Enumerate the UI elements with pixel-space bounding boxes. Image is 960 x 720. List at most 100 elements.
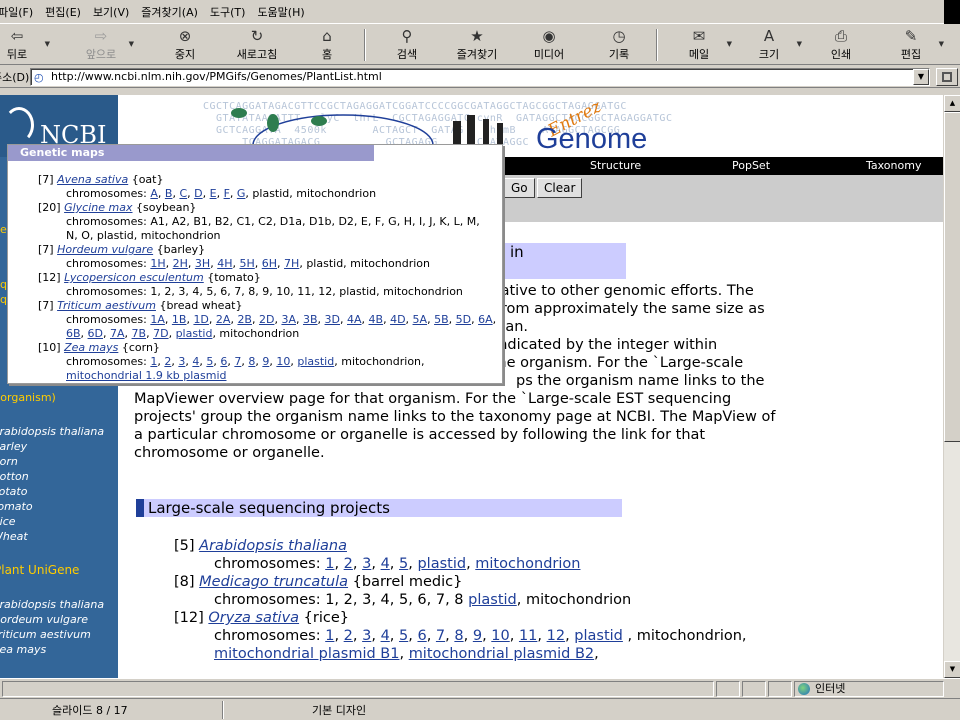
chromosome-link[interactable]: B <box>165 187 173 200</box>
chromosome-link[interactable]: 6 <box>220 355 227 368</box>
print-button[interactable]: ⎙ 인쇄 <box>806 27 876 63</box>
plasmid-link[interactable]: mitochondrial plasmid B1 <box>214 646 399 662</box>
plastid-link[interactable]: plastid <box>297 355 334 368</box>
chromosome-link[interactable]: 11 <box>519 628 537 644</box>
nav-genome-link[interactable]: Cotton <box>0 470 29 483</box>
chromosome-link[interactable]: 5 <box>399 628 408 644</box>
chromosome-link[interactable]: 4H <box>217 257 232 270</box>
search-button[interactable]: ⚲ 검색 <box>372 27 442 63</box>
menu-edit[interactable]: 편집(E) <box>41 4 89 20</box>
chromosome-link[interactable]: 6A <box>478 313 493 326</box>
chromosome-link[interactable]: 7A <box>110 327 125 340</box>
chromosome-link[interactable]: 1A <box>150 313 165 326</box>
chromosome-link[interactable]: 1H <box>150 257 165 270</box>
menu-tools[interactable]: 도구(T) <box>206 4 254 20</box>
chromosome-link[interactable]: 2B <box>237 313 252 326</box>
chevron-down-icon[interactable]: ▼ <box>939 40 944 48</box>
chromosome-link[interactable]: 2A <box>216 313 231 326</box>
menu-file[interactable]: 파일(F) <box>0 4 41 20</box>
chromosome-link[interactable]: E <box>210 187 217 200</box>
chromosome-link[interactable]: 7D <box>153 327 168 340</box>
chevron-down-icon[interactable]: ▼ <box>129 40 134 48</box>
stop-button[interactable]: ⊗ 중지 <box>150 27 220 63</box>
chromosome-link[interactable]: 1 <box>150 355 157 368</box>
organism-link[interactable]: Medicago truncatula <box>199 574 348 590</box>
plastid-link[interactable]: plastid <box>176 327 213 340</box>
organism-link[interactable]: Oryza sativa <box>208 610 299 626</box>
menu-view[interactable]: 보기(V) <box>89 4 137 20</box>
nav-genome-link[interactable]: Corn <box>0 455 18 468</box>
chromosome-link[interactable]: 1 <box>325 556 334 572</box>
plastid-link[interactable]: plastid <box>417 556 466 572</box>
organism-link[interactable]: Hordeum vulgare <box>57 243 153 256</box>
forward-button[interactable]: ⇨ 앞으로 ▼ <box>66 27 136 63</box>
menu-favorites[interactable]: 즐겨찾기(A) <box>137 4 206 20</box>
go-search-button[interactable]: Go <box>504 178 535 198</box>
chromosome-link[interactable]: 3D <box>325 313 340 326</box>
go-button[interactable] <box>936 68 958 86</box>
chromosome-link[interactable]: D <box>194 187 202 200</box>
chromosome-link[interactable]: 4 <box>381 628 390 644</box>
chromosome-link[interactable]: 3A <box>281 313 296 326</box>
chromosome-link[interactable]: 3B <box>303 313 318 326</box>
scroll-down-icon[interactable]: ▼ <box>944 661 960 678</box>
chromosome-link[interactable]: 1B <box>172 313 187 326</box>
tab-taxonomy[interactable]: Taxonomy <box>866 159 921 172</box>
chromosome-link[interactable]: 7B <box>132 327 147 340</box>
chromosome-link[interactable]: 9 <box>262 355 269 368</box>
vertical-scrollbar[interactable]: ▲ ▼ <box>943 95 960 678</box>
chromosome-link[interactable]: 1D <box>193 313 208 326</box>
chromosome-link[interactable]: 9 <box>473 628 482 644</box>
chromosome-link[interactable]: 7 <box>234 355 241 368</box>
chromosome-link[interactable]: 2 <box>344 556 353 572</box>
organism-link[interactable]: Arabidopsis thaliana <box>199 538 347 554</box>
chromosome-link[interactable]: 12 <box>547 628 565 644</box>
chromosome-link[interactable]: 8 <box>248 355 255 368</box>
chromosome-link[interactable]: 5B <box>434 313 449 326</box>
chromosome-link[interactable]: 7 <box>436 628 445 644</box>
chromosome-link[interactable]: 6 <box>417 628 426 644</box>
chromosome-link[interactable]: 8 <box>454 628 463 644</box>
plasmid-link[interactable]: mitochondrial plasmid B2 <box>409 646 594 662</box>
nav-unigene-link[interactable]: Triticum aestivum <box>0 628 91 641</box>
chromosome-link[interactable]: A <box>150 187 158 200</box>
chevron-down-icon[interactable]: ▼ <box>913 69 929 85</box>
chromosome-link[interactable]: 10 <box>276 355 290 368</box>
chevron-down-icon[interactable]: ▼ <box>797 40 802 48</box>
text-size-button[interactable]: A 크기 ▼ <box>734 27 804 63</box>
tab-popset[interactable]: PopSet <box>732 159 770 172</box>
chromosome-link[interactable]: 5 <box>399 556 408 572</box>
chromosome-link[interactable]: C <box>179 187 187 200</box>
chromosome-link[interactable]: 2H <box>173 257 188 270</box>
chromosome-link[interactable]: 6H <box>262 257 277 270</box>
nav-unigene-link[interactable]: Hordeum vulgare <box>0 613 88 626</box>
media-button[interactable]: ◉ 미디어 <box>514 27 584 63</box>
chromosome-link[interactable]: 3 <box>362 556 371 572</box>
plastid-link[interactable]: plastid <box>468 592 517 608</box>
organism-link[interactable]: Zea mays <box>64 341 118 354</box>
chromosome-link[interactable]: 5D <box>456 313 471 326</box>
chromosome-link[interactable]: 2 <box>164 355 171 368</box>
chromosome-link[interactable]: 5H <box>239 257 254 270</box>
chromosome-link[interactable]: 6D <box>88 327 103 340</box>
chromosome-link[interactable]: 4D <box>390 313 405 326</box>
chromosome-link[interactable]: 10 <box>491 628 509 644</box>
plasmid-link[interactable]: mitochondrial 1.9 kb plasmid <box>66 369 227 382</box>
nav-genome-link[interactable]: Arabidopsis thaliana <box>0 425 104 438</box>
chromosome-link[interactable]: 4B <box>369 313 384 326</box>
address-input[interactable]: ◴ http://www.ncbi.nlm.nih.gov/PMGifs/Gen… <box>30 68 930 86</box>
nav-genome-link[interactable]: Potato <box>0 485 27 498</box>
refresh-button[interactable]: ↻ 새로고침 <box>222 27 292 63</box>
nav-unigene-link[interactable]: Arabidopsis thaliana <box>0 598 104 611</box>
history-button[interactable]: ◷ 기록 <box>584 27 654 63</box>
scroll-thumb[interactable] <box>944 112 960 442</box>
nav-genome-link[interactable]: Tomato <box>0 500 33 513</box>
chromosome-link[interactable]: 1 <box>325 628 334 644</box>
edit-button[interactable]: ✎ 편집 ▼ <box>876 27 946 63</box>
chromosome-link[interactable]: 3 <box>178 355 185 368</box>
tab-structure[interactable]: Structure <box>590 159 641 172</box>
chromosome-link[interactable]: 4 <box>381 556 390 572</box>
home-button[interactable]: ⌂ 홈 <box>292 27 362 63</box>
organism-link[interactable]: Avena sativa <box>57 173 128 186</box>
clear-button[interactable]: Clear <box>537 178 583 198</box>
